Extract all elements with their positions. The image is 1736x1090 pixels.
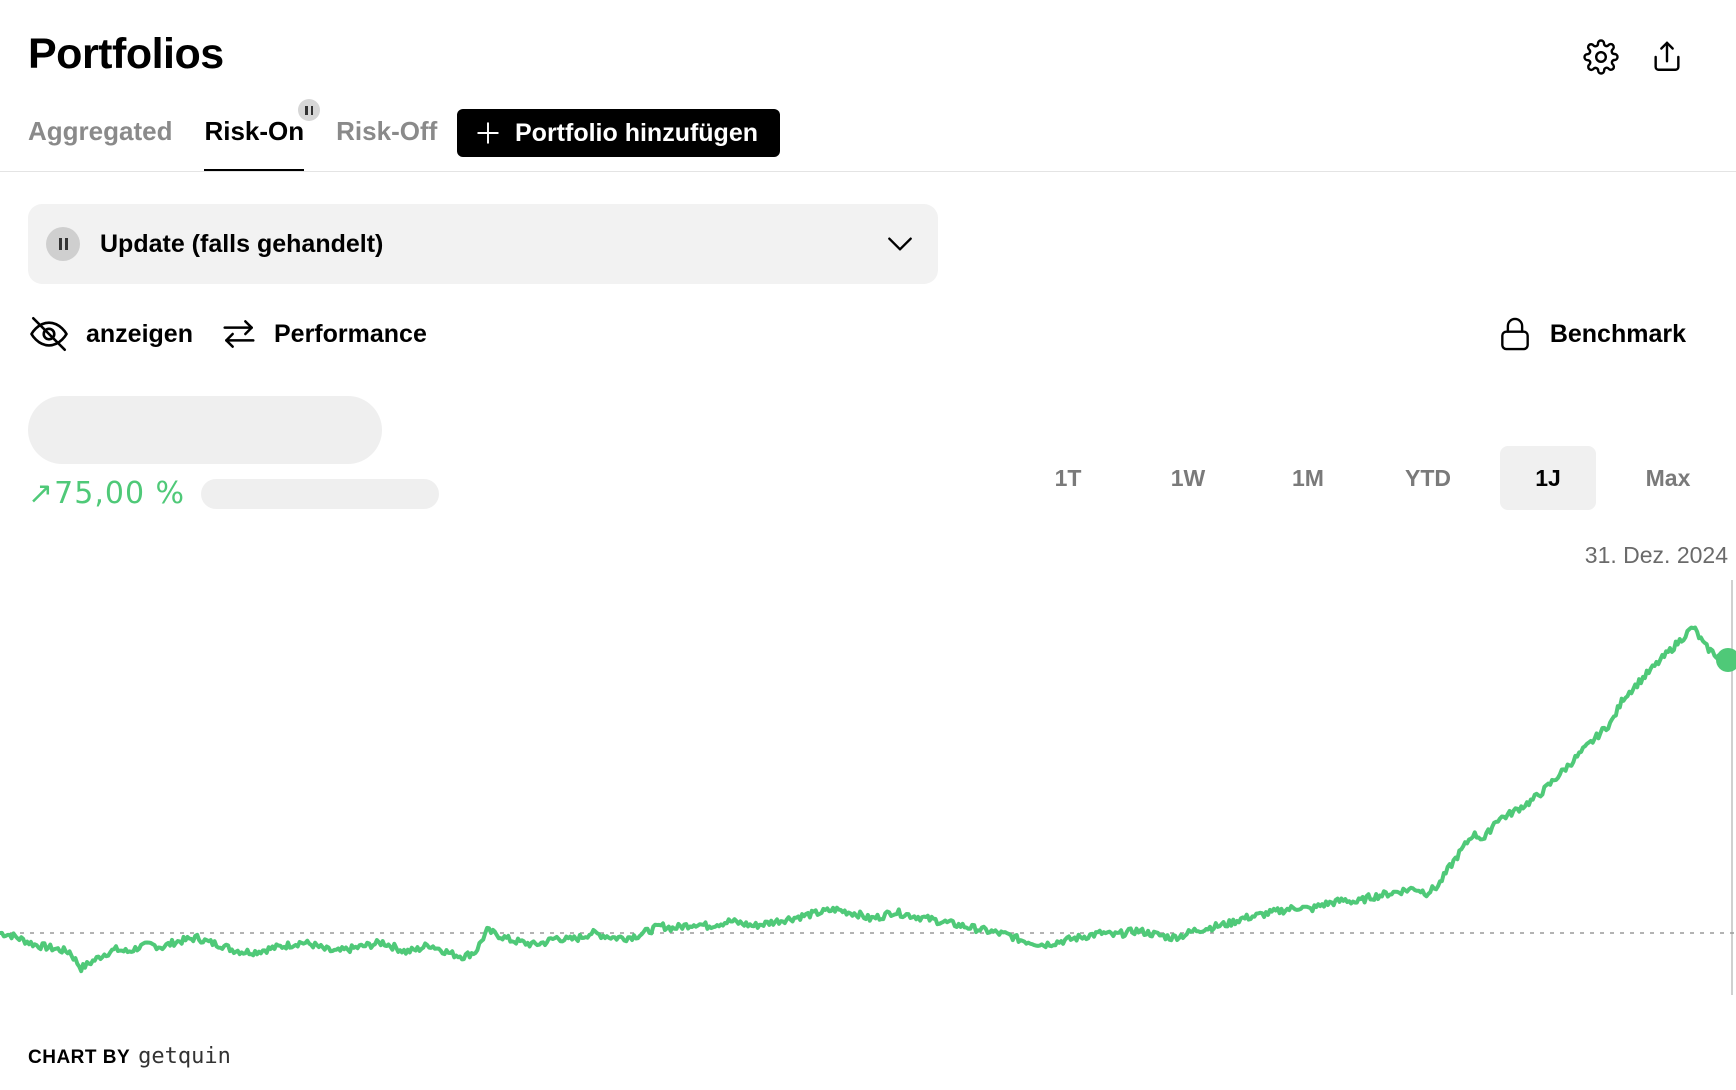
time-range-tabs: 1T 1W 1M YTD 1J Max <box>1008 446 1728 510</box>
visibility-label: anzeigen <box>86 319 193 348</box>
performance-label: Performance <box>274 319 427 348</box>
change-amount-placeholder <box>201 478 440 509</box>
status-badge <box>46 227 80 261</box>
tab-risk-on[interactable]: Risk-On <box>204 108 304 172</box>
gear-icon <box>1583 39 1619 75</box>
update-mode-select[interactable]: Update (falls gehandelt) <box>28 204 938 284</box>
toggle-visibility-button[interactable]: anzeigen <box>28 310 193 358</box>
chevron-down-icon <box>888 237 912 251</box>
swap-arrows-icon <box>223 320 255 348</box>
change-percent: 75,00 % <box>54 476 186 511</box>
performance-chart[interactable] <box>0 560 1736 1000</box>
current-value-point <box>1716 648 1736 672</box>
share-icon <box>1654 41 1680 71</box>
chart-controls: anzeigen Performance Benchmark <box>28 310 1696 358</box>
lock-icon <box>1500 317 1529 351</box>
range-tab-1j[interactable]: 1J <box>1500 446 1596 510</box>
share-button[interactable] <box>1648 38 1686 76</box>
performance-change: ↗75,00 % <box>28 476 440 511</box>
chart-credit: CHART BY getquin <box>28 1044 231 1069</box>
header-divider <box>0 171 1736 172</box>
tab-risk-off[interactable]: Risk-Off <box>336 108 437 172</box>
performance-toggle-button[interactable]: Performance <box>220 310 427 358</box>
range-tab-1w[interactable]: 1W <box>1128 446 1248 510</box>
portfolio-tabs: Aggregated Risk-On Risk-Off <box>28 108 437 172</box>
eye-off-icon <box>30 316 68 352</box>
page-title: Portfolios <box>28 30 224 78</box>
benchmark-button[interactable]: Benchmark <box>1496 310 1686 358</box>
settings-button[interactable] <box>1582 38 1620 76</box>
header-actions <box>1582 38 1686 76</box>
plus-icon <box>477 122 499 144</box>
chart-credit-prefix: CHART BY <box>28 1047 131 1068</box>
range-tab-max[interactable]: Max <box>1608 446 1728 510</box>
series-line <box>0 625 1730 974</box>
change-value: ↗75,00 % <box>28 476 185 511</box>
trend-up-icon: ↗ <box>28 476 55 511</box>
add-portfolio-label: Portfolio hinzufügen <box>515 118 759 147</box>
tab-aggregated[interactable]: Aggregated <box>28 108 172 172</box>
add-portfolio-button[interactable]: Portfolio hinzufügen <box>457 109 780 157</box>
benchmark-label: Benchmark <box>1549 319 1686 348</box>
update-mode-value: Update (falls gehandelt) <box>100 229 384 258</box>
portfolio-value-placeholder <box>28 396 382 464</box>
range-tab-1t[interactable]: 1T <box>1008 446 1128 510</box>
range-tab-ytd[interactable]: YTD <box>1368 446 1488 510</box>
pause-icon <box>58 238 68 250</box>
chart-credit-brand: getquin <box>138 1044 231 1069</box>
range-tab-1m[interactable]: 1M <box>1248 446 1368 510</box>
pause-icon <box>305 105 313 115</box>
paused-badge <box>298 99 320 121</box>
